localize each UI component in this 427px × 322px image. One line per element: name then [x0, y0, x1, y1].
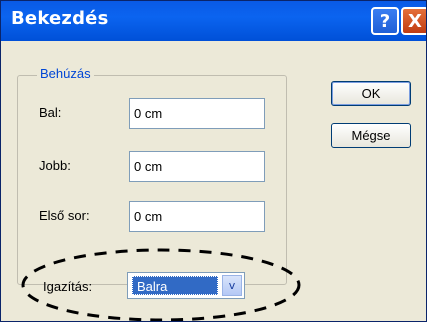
help-icon: ?: [379, 10, 391, 32]
alignment-selected-value: Balra: [132, 276, 218, 295]
left-indent-label: Bal:: [39, 105, 62, 120]
ok-button[interactable]: OK: [331, 81, 411, 106]
window-title: Bekezdés: [11, 8, 109, 29]
close-icon: X: [408, 10, 422, 32]
right-indent-input[interactable]: 0 cm: [129, 151, 265, 182]
close-button[interactable]: X: [401, 7, 426, 35]
right-indent-label: Jobb:: [39, 158, 71, 173]
cancel-button[interactable]: Mégse: [331, 123, 411, 148]
title-bar[interactable]: Bekezdés ? X: [1, 1, 426, 41]
help-button[interactable]: ?: [371, 7, 399, 35]
dropdown-button[interactable]: v: [222, 275, 242, 296]
left-indent-input[interactable]: 0 cm: [129, 98, 265, 129]
alignment-select[interactable]: Balra v: [127, 272, 245, 299]
chevron-down-icon: v: [228, 279, 236, 292]
indent-legend: Behúzás: [37, 66, 94, 81]
first-line-label: Első sor:: [39, 208, 90, 223]
paragraph-dialog: Bekezdés ? X Behúzás Bal: 0 cm Jobb: 0 c…: [0, 0, 427, 322]
first-line-input[interactable]: 0 cm: [129, 201, 265, 232]
alignment-label: Igazítás:: [43, 279, 93, 294]
